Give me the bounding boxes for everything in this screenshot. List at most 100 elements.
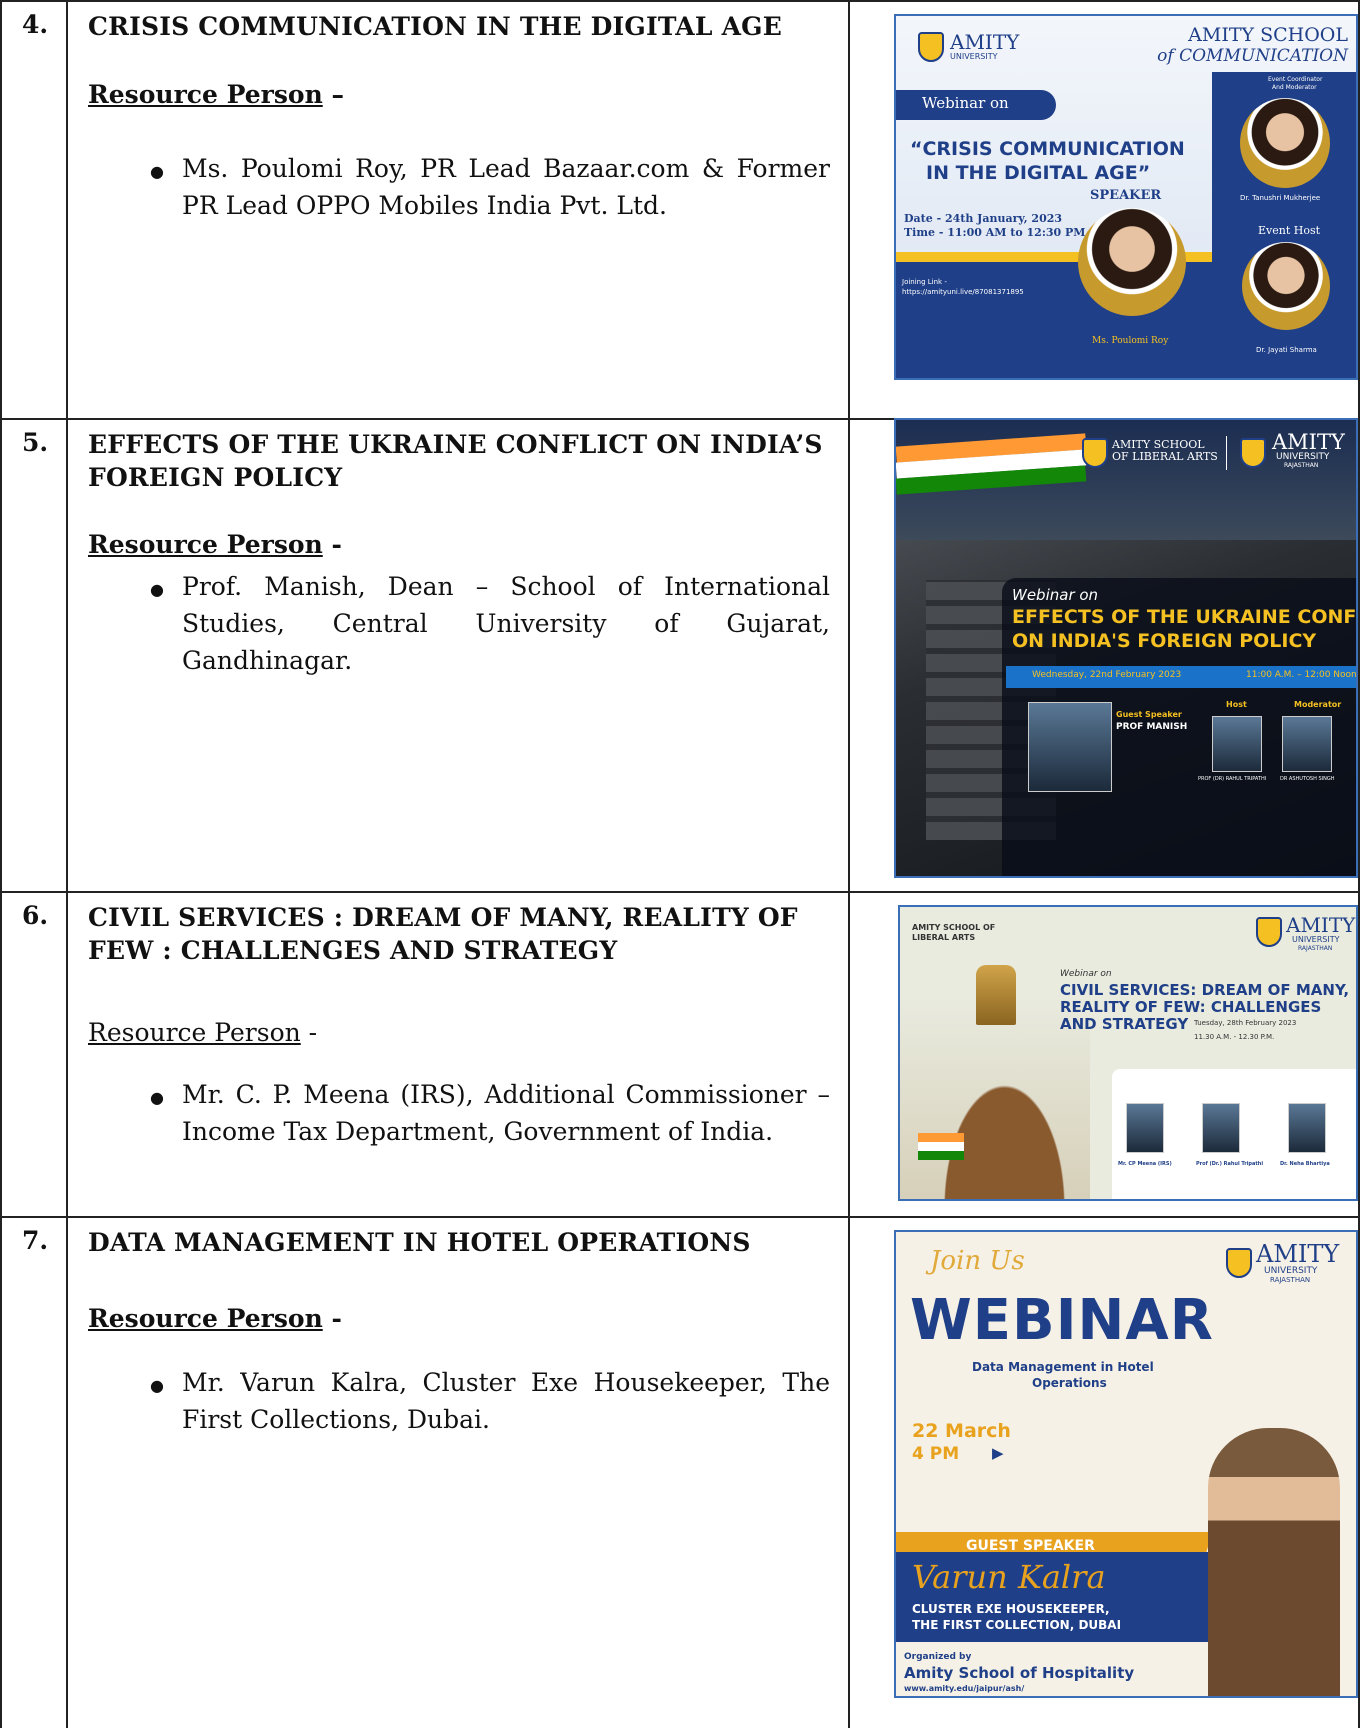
- poster-webinar-tag: Webinar on: [922, 94, 1009, 112]
- poster-brand-sub2: RAJASTHAN: [1298, 945, 1333, 952]
- poster-host-name: Dr. Jayati Sharma: [1256, 346, 1317, 354]
- poster-role: CLUSTER EXE HOUSEKEEPER,: [912, 1602, 1110, 1616]
- event-poster: AMITY UNIVERSITY AMITY SCHOOL of COMMUNI…: [894, 14, 1358, 380]
- table-row: 5. EFFECTS OF THE UKRAINE CONFLICT ON IN…: [0, 418, 1360, 891]
- bullet: ●: [150, 162, 164, 181]
- row-number: 4.: [22, 10, 49, 39]
- poster-coordinator-label: Event Coordinator: [1268, 76, 1323, 83]
- poster-school: AMITY SCHOOL: [1188, 24, 1348, 46]
- poster-host-label: Event Host: [1258, 224, 1321, 237]
- event-title: DATA MANAGEMENT IN HOTEL OPERATIONS: [88, 1228, 751, 1257]
- amity-logo-icon: [1240, 438, 1266, 468]
- amity-logo-icon: [1082, 438, 1108, 468]
- poster-headline: IN THE DIGITAL AGE”: [926, 162, 1151, 184]
- poster-time: 11:00 A.M. – 12:00 Noon: [1246, 670, 1357, 680]
- poster-brand: AMITY: [1272, 430, 1345, 454]
- resource-person: Ms. Poulomi Roy, PR Lead Bazaar.com & Fo…: [182, 154, 830, 220]
- poster-headline: ON INDIA'S FOREIGN POLICY: [1012, 630, 1317, 652]
- event-title: CIVIL SERVICES : DREAM OF MANY, REALITY …: [88, 903, 798, 965]
- poster-school: AMITY SCHOOL OF: [912, 923, 996, 932]
- poster-speaker-name: Ms. Poulomi Roy: [1092, 336, 1169, 346]
- poster-host-name: PROF (DR) RAHUL TRIPATHI: [1198, 776, 1267, 782]
- bullet: ●: [150, 1376, 164, 1395]
- poster-headline: CIVIL SERVICES: DREAM OF MANY,: [1060, 981, 1350, 999]
- bullet: ●: [150, 1088, 164, 1107]
- poster-guest-name: PROF MANISH: [1116, 722, 1188, 732]
- resource-person: Mr. C. P. Meena (IRS), Additional Commis…: [182, 1080, 830, 1146]
- moderator-photo: [1282, 716, 1332, 772]
- poster-date: Tuesday, 28th February 2023: [1194, 1019, 1297, 1027]
- table-row: 4. CRISIS COMMUNICATION IN THE DIGITAL A…: [0, 0, 1360, 418]
- poster-webinar-tag: Webinar on: [1012, 586, 1099, 604]
- resource-person: Mr. Varun Kalra, Cluster Exe Housekeeper…: [182, 1368, 830, 1434]
- poster-speaker-label: SPEAKER: [1090, 188, 1162, 203]
- resource-person-label: Resource Person -: [88, 1018, 318, 1047]
- poster-brand: AMITY: [950, 30, 1020, 54]
- event-poster: AMITY SCHOOL OF LIBERAL ARTS AMITY UNIVE…: [894, 418, 1358, 878]
- poster-brand: AMITY: [1286, 913, 1356, 937]
- resource-person: Prof. Manish, Dean – School of Internati…: [182, 572, 830, 675]
- event-title: EFFECTS OF THE UKRAINE CONFLICT ON INDIA…: [88, 430, 823, 492]
- poster-school-sub: of COMMUNICATION: [1157, 46, 1348, 66]
- events-table: 4. CRISIS COMMUNICATION IN THE DIGITAL A…: [0, 0, 1360, 1728]
- poster-guest-name: Varun Kalra: [912, 1558, 1106, 1596]
- amity-logo-icon: [1226, 1248, 1252, 1278]
- speaker-figure: [1208, 1428, 1340, 1696]
- poster-joining-url: https://amityuni.live/87081371895: [902, 288, 1024, 296]
- event-poster: Join Us AMITY UNIVERSITY RAJASTHAN WEBIN…: [894, 1230, 1358, 1698]
- moderator-photo: [1288, 1103, 1326, 1153]
- guest-speaker-photo: [1028, 702, 1112, 792]
- poster-coordinator-name: Dr. Tanushri Mukherjee: [1240, 194, 1321, 202]
- poster-role: THE FIRST COLLECTION, DUBAI: [912, 1618, 1122, 1632]
- poster-brand-sub2: RAJASTHAN: [1270, 1276, 1311, 1284]
- poster-date: 22 March: [912, 1420, 1011, 1442]
- poster-brand-sub: UNIVERSITY: [1276, 452, 1330, 462]
- poster-time: Time - 11:00 AM to 12:30 PM: [904, 226, 1086, 239]
- poster-guest-label: GUEST SPEAKER: [966, 1538, 1095, 1554]
- poster-person-name: Dr. Neha Bhartiya: [1280, 1161, 1330, 1167]
- amity-logo-icon: [1256, 917, 1282, 947]
- poster-person-name: Mr. CP Meena (IRS): [1118, 1161, 1172, 1167]
- event-poster: AMITY SCHOOL OF LIBERAL ARTS AMITY UNIVE…: [898, 905, 1358, 1201]
- poster-brand-sub: UNIVERSITY: [1264, 1266, 1318, 1276]
- poster-organized-label: Organized by: [904, 1652, 972, 1662]
- poster-time: 4 PM: [912, 1444, 960, 1464]
- logo-divider: [1226, 436, 1227, 470]
- poster-coordinator-label: And Moderator: [1272, 84, 1317, 91]
- poster-organizer: Amity School of Hospitality: [904, 1664, 1135, 1682]
- poster-school-sub: LIBERAL ARTS: [912, 933, 976, 942]
- poster-date: Date - 24th January, 2023: [904, 212, 1063, 225]
- poster-headline: AND STRATEGY: [1060, 1015, 1189, 1033]
- event-title: CRISIS COMMUNICATION IN THE DIGITAL AGE: [88, 12, 782, 41]
- poster-url: www.amity.edu/jaipur/ash/: [904, 1684, 1025, 1693]
- host-photo: [1212, 716, 1262, 772]
- poster-person-name: Prof (Dr.) Rahul Tripathi: [1196, 1161, 1264, 1167]
- poster-time: 11.30 A.M. - 12.30 P.M.: [1194, 1033, 1275, 1041]
- host-photo: [1242, 242, 1330, 330]
- table-row: 7. DATA MANAGEMENT IN HOTEL OPERATIONS R…: [0, 1216, 1360, 1728]
- flag-stripe: [918, 1142, 964, 1151]
- row-number: 5.: [22, 428, 49, 457]
- poster-join: Join Us: [930, 1246, 1025, 1276]
- poster-moderator-name: DR ASHUTOSH SINGH: [1280, 776, 1335, 782]
- poster-brand-sub2: RAJASTHAN: [1284, 462, 1319, 469]
- poster-date: Wednesday, 22nd February 2023: [1032, 670, 1182, 680]
- emblem: [976, 965, 1016, 1025]
- poster-headline: WEBINAR: [910, 1288, 1214, 1353]
- bullet: ●: [150, 580, 164, 599]
- poster-headline: REALITY OF FEW: CHALLENGES: [1060, 998, 1322, 1016]
- poster-subtitle: Data Management in Hotel: [972, 1360, 1154, 1374]
- host-photo: [1202, 1103, 1240, 1153]
- flag-stripe: [918, 1133, 964, 1142]
- coordinator-photo: [1240, 98, 1330, 188]
- resource-person-label: Resource Person -: [88, 530, 342, 559]
- speaker-photo: [1078, 208, 1186, 316]
- poster-host-label: Host: [1226, 700, 1247, 709]
- poster-brand-sub: UNIVERSITY: [950, 52, 998, 61]
- amity-logo-icon: [918, 32, 944, 62]
- poster-webinar-tag: Webinar on: [1060, 969, 1112, 979]
- resource-person-label: Resource Person –: [88, 80, 344, 109]
- row-number: 7.: [22, 1226, 49, 1255]
- poster-headline: “CRISIS COMMUNICATION: [910, 138, 1185, 160]
- row-number: 6.: [22, 901, 49, 930]
